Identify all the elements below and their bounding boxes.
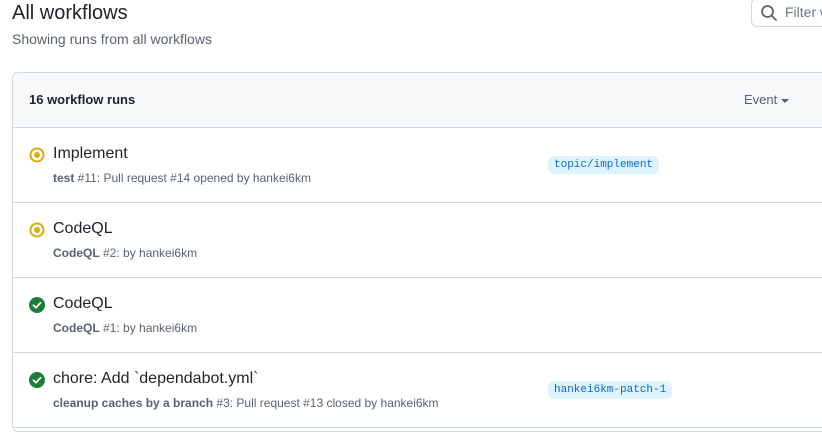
run-row[interactable]: chore: Add `dependabot.yml` cleanup cach… — [13, 353, 822, 428]
run-meta: cleanup caches by a branch #3: Pull requ… — [53, 396, 439, 410]
event-filter-dropdown[interactable]: Event — [744, 92, 790, 107]
run-meta-detail: #2: by hankei6km — [99, 246, 198, 260]
search-icon — [761, 5, 777, 21]
run-workflow-name: cleanup caches by a branch — [53, 396, 214, 410]
run-meta-detail: #1: by hankei6km — [99, 321, 198, 335]
run-meta-detail: #11: Pull request #14 opened by hankei6k… — [74, 171, 311, 185]
in-progress-icon — [29, 147, 45, 163]
run-title[interactable]: Implement — [53, 145, 128, 163]
branch-badge[interactable]: topic/implement — [548, 156, 660, 174]
run-row[interactable]: CodeQL CodeQL #2: by hankei6km — [13, 203, 822, 278]
branch-badge[interactable]: hankei6km-patch-1 — [548, 381, 673, 399]
run-meta-detail: #3: Pull request #13 closed by hankei6km — [213, 396, 439, 410]
run-workflow-name: CodeQL — [53, 321, 100, 335]
filter-runs-box[interactable] — [751, 0, 822, 27]
run-row[interactable]: CodeQL CodeQL #1: by hankei6km — [13, 278, 822, 353]
run-meta: test #11: Pull request #14 opened by han… — [53, 171, 311, 185]
run-row[interactable]: Implement test #11: Pull request #14 ope… — [13, 128, 822, 203]
runs-count: 16 workflow runs — [29, 92, 136, 107]
run-title[interactable]: CodeQL — [53, 295, 113, 313]
check-circle-icon — [29, 372, 45, 388]
in-progress-icon — [29, 222, 45, 238]
page-subtitle: Showing runs from all workflows — [12, 31, 212, 47]
run-meta: CodeQL #2: by hankei6km — [53, 246, 197, 260]
event-filter-label: Event — [744, 92, 778, 107]
page-title: All workflows — [12, 2, 128, 24]
workflow-runs-list: 16 workflow runs Event Implement test #1… — [12, 72, 822, 432]
chevron-down-icon — [781, 98, 790, 103]
check-circle-icon — [29, 297, 45, 313]
run-title[interactable]: chore: Add `dependabot.yml` — [53, 370, 258, 388]
run-meta: CodeQL #1: by hankei6km — [53, 321, 197, 335]
run-title[interactable]: CodeQL — [53, 220, 113, 238]
run-workflow-name: CodeQL — [53, 246, 100, 260]
filter-runs-input[interactable] — [785, 2, 822, 22]
runs-list-header: 16 workflow runs Event — [13, 73, 822, 128]
run-workflow-name: test — [53, 171, 75, 185]
